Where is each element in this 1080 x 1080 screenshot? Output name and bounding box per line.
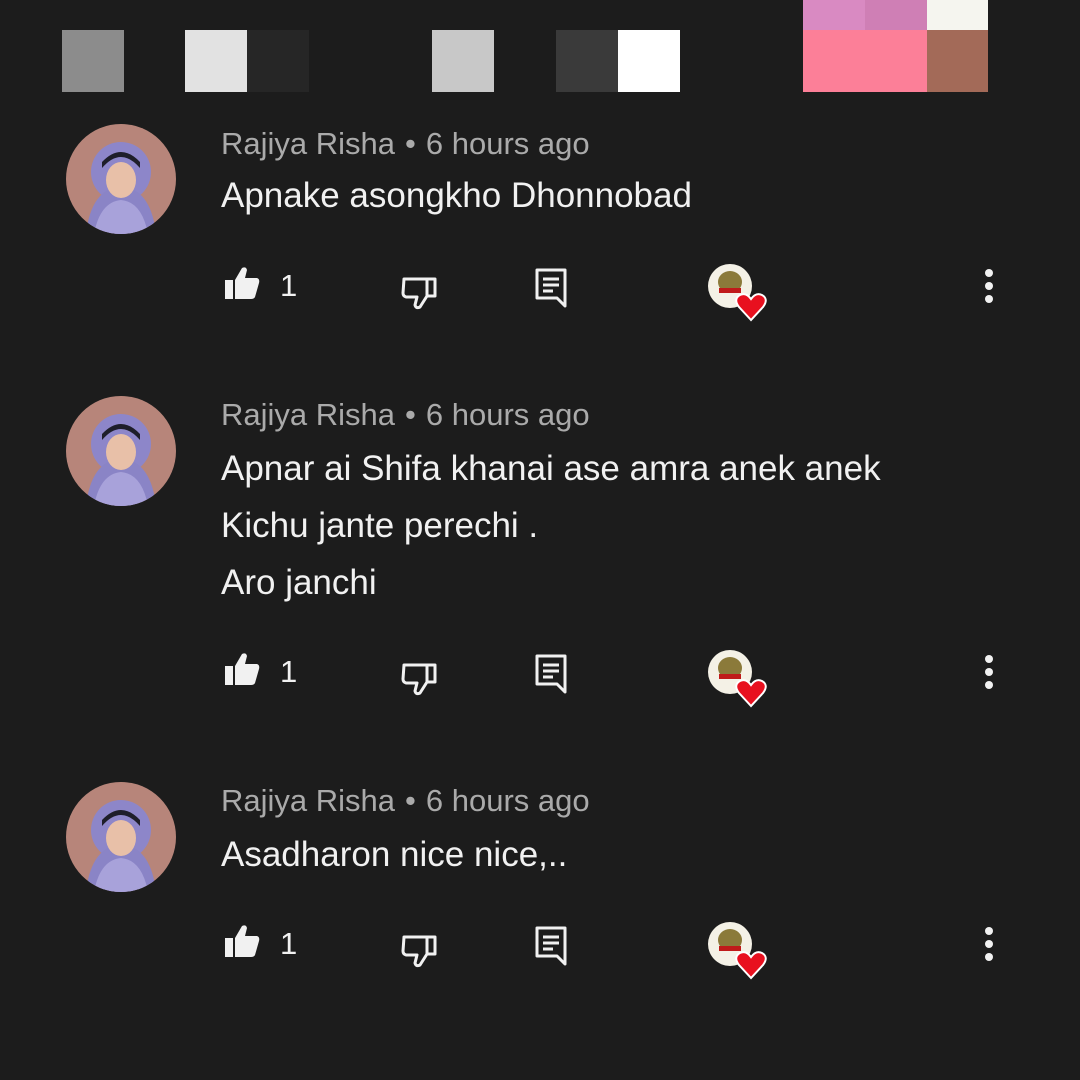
comment-line: Apnake asongkho Dhonnobad (221, 176, 692, 215)
separator: • (405, 126, 416, 161)
comment-actions: 1 (0, 916, 1080, 980)
comment-text: Apnake asongkho Dhonnobad (221, 167, 1021, 224)
reply-icon[interactable] (535, 926, 567, 966)
separator: • (405, 397, 416, 432)
thumb-down-icon[interactable] (401, 662, 437, 696)
avatar[interactable] (66, 124, 176, 234)
creator-heart-badge (708, 650, 767, 708)
blurred-top-thumbnails (0, 0, 1080, 92)
timestamp[interactable]: 6 hours ago (426, 397, 590, 432)
avatar[interactable] (66, 782, 176, 892)
comment-line: Aro janchi (221, 563, 377, 602)
comment-actions: 1 (0, 258, 1080, 322)
creator-heart-badge (708, 922, 767, 980)
creator-heart-badge (708, 264, 767, 322)
comment-text: Asadharon nice nice,.. (221, 826, 1021, 883)
author-name[interactable]: Rajiya Risha (221, 397, 395, 432)
thumb-up-icon[interactable] (224, 652, 260, 686)
author-name[interactable]: Rajiya Risha (221, 126, 395, 161)
comment-line: Kichu jante perechi . (221, 506, 539, 545)
comment-meta: Rajiya Risha • 6 hours ago (221, 126, 590, 162)
more-vert-icon[interactable] (984, 926, 994, 962)
timestamp[interactable]: 6 hours ago (426, 126, 590, 161)
comment-line: Asadharon nice nice,.. (221, 835, 568, 874)
more-vert-icon[interactable] (984, 268, 994, 304)
comment-meta: Rajiya Risha • 6 hours ago (221, 783, 590, 819)
thumb-down-icon[interactable] (401, 934, 437, 968)
separator: • (405, 783, 416, 818)
comment-actions: 1 (0, 644, 1080, 708)
like-count: 1 (280, 654, 298, 689)
reply-icon[interactable] (535, 268, 567, 308)
author-name[interactable]: Rajiya Risha (221, 783, 395, 818)
thumb-down-icon[interactable] (401, 276, 437, 310)
like-count: 1 (280, 926, 298, 961)
comment-text: Apnar ai Shifa khanai ase amra anek anek… (221, 440, 1021, 611)
timestamp[interactable]: 6 hours ago (426, 783, 590, 818)
thumb-up-icon[interactable] (224, 924, 260, 958)
thumb-up-icon[interactable] (224, 266, 260, 300)
comment-meta: Rajiya Risha • 6 hours ago (221, 397, 590, 433)
more-vert-icon[interactable] (984, 654, 994, 690)
avatar[interactable] (66, 396, 176, 506)
reply-icon[interactable] (535, 654, 567, 694)
comment-line: Apnar ai Shifa khanai ase amra anek anek (221, 449, 881, 488)
like-count: 1 (280, 268, 298, 303)
